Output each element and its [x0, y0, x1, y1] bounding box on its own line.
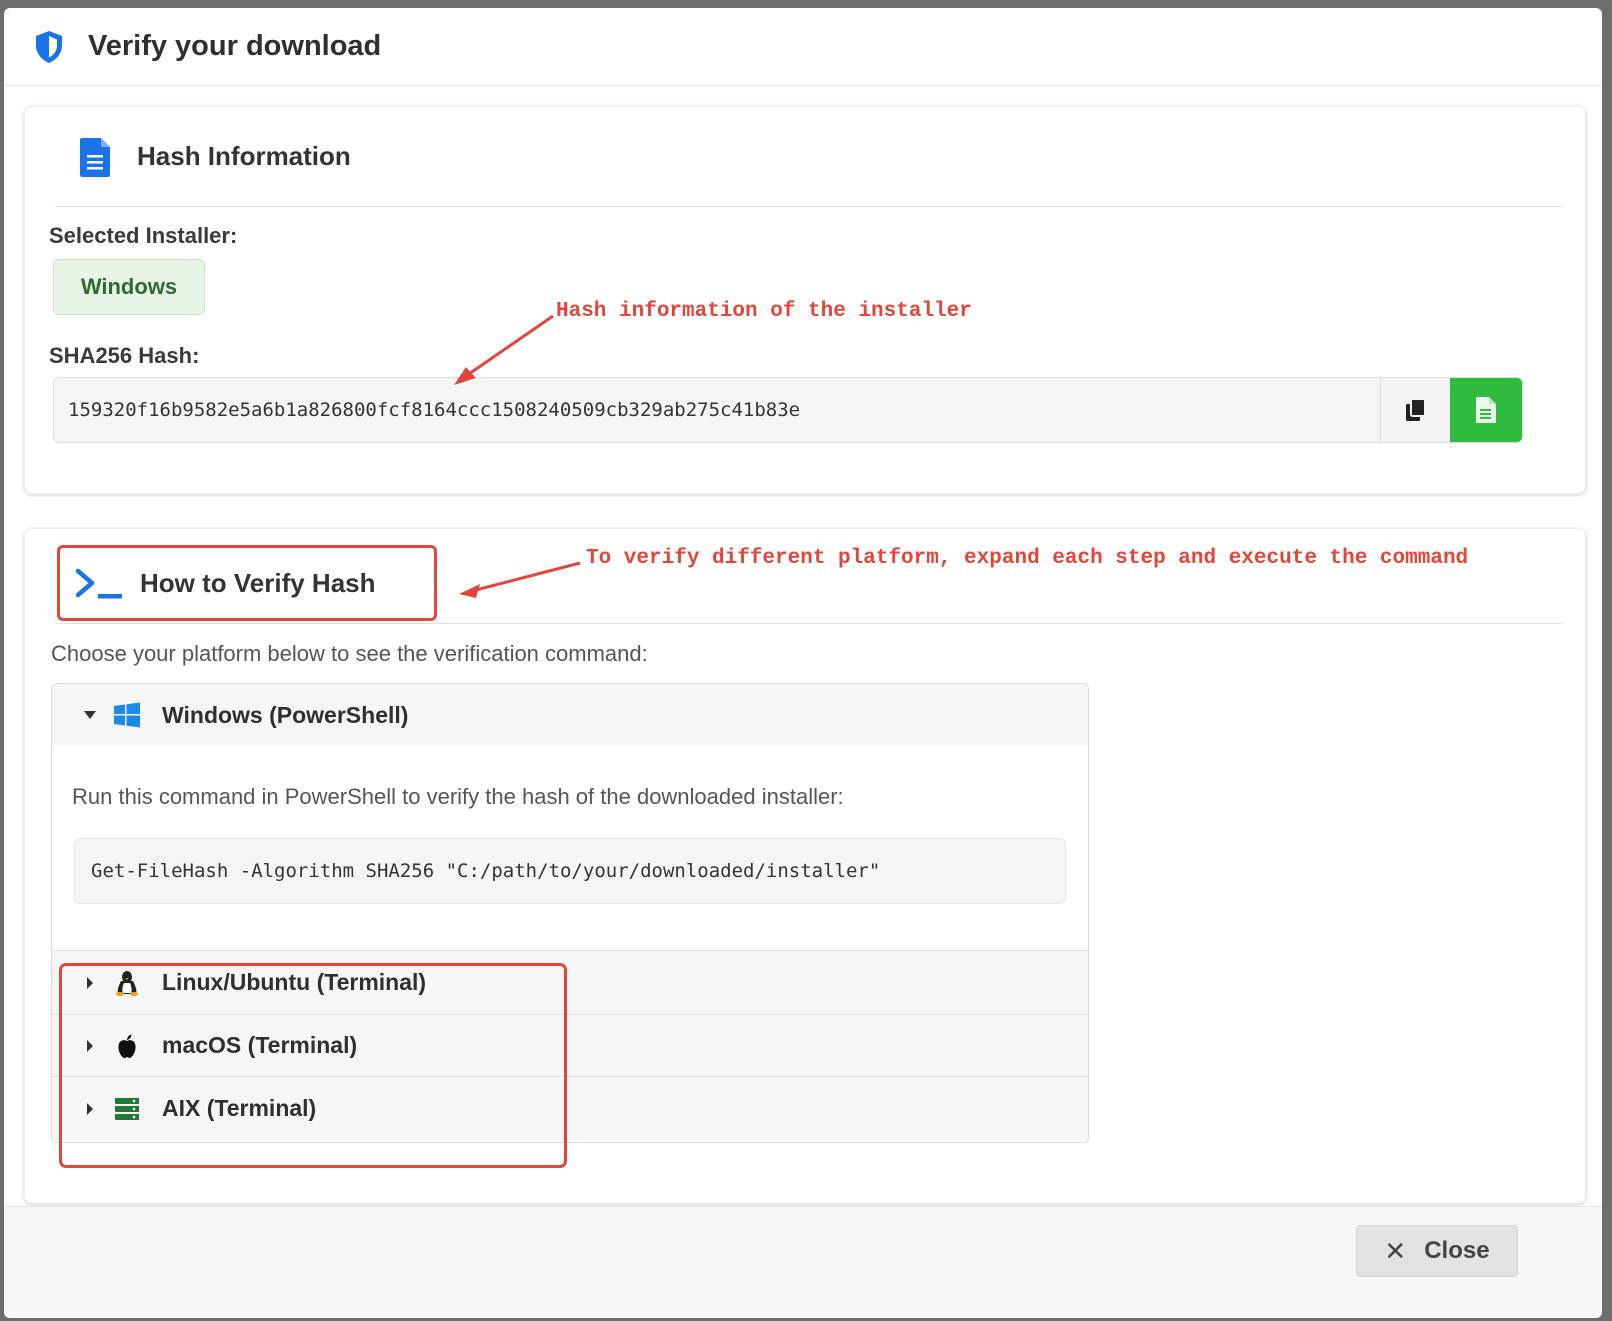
- sha256-field: 159320f16b9582e5a6b1a826800fcf8164ccc150…: [53, 377, 1523, 443]
- annotation-verify: To verify different platform, expand eac…: [586, 547, 1469, 570]
- hash-information-title: Hash Information: [137, 141, 351, 171]
- modal-title: Verify your download: [88, 30, 382, 62]
- modal-header: Verify your download: [4, 8, 1602, 86]
- windows-command[interactable]: Get-FileHash -Algorithm SHA256 "C:/path/…: [74, 838, 1066, 904]
- annotation-hash: Hash information of the installer: [556, 300, 972, 323]
- close-button-label: Close: [1424, 1237, 1490, 1264]
- how-to-verify-title: How to Verify Hash: [140, 567, 376, 598]
- hash-information-header: Hash Information: [55, 107, 1563, 207]
- copy-hash-button[interactable]: [1380, 378, 1450, 442]
- shield-icon: [36, 30, 62, 63]
- accordion-item-windows[interactable]: Windows (PowerShell): [52, 684, 1088, 746]
- sha256-value[interactable]: 159320f16b9582e5a6b1a826800fcf8164ccc150…: [54, 378, 1380, 442]
- sha256-label: SHA256 Hash:: [49, 343, 200, 368]
- selected-installer-label: Selected Installer:: [49, 223, 238, 248]
- download-hash-button[interactable]: [1450, 378, 1522, 442]
- annotation-platforms-box: [59, 963, 567, 1168]
- windows-description: Run this command in PowerShell to verify…: [72, 784, 844, 809]
- selected-installer-badge: Windows: [53, 259, 205, 315]
- platform-instructions: Choose your platform below to see the ve…: [51, 641, 648, 666]
- divider: [55, 623, 1563, 624]
- accordion-label-windows: Windows (PowerShell): [162, 701, 409, 728]
- how-to-verify-header: How to Verify Hash: [57, 545, 437, 621]
- modal-footer: ✕ Close: [4, 1206, 1602, 1318]
- close-icon: ✕: [1384, 1235, 1407, 1266]
- terminal-icon: [75, 568, 122, 599]
- chevron-down-icon: [82, 710, 98, 720]
- close-button[interactable]: ✕ Close: [1356, 1225, 1518, 1277]
- copy-icon: [1405, 398, 1426, 421]
- document-icon: [80, 137, 110, 177]
- windows-icon: [112, 701, 142, 729]
- file-icon: [1476, 397, 1496, 423]
